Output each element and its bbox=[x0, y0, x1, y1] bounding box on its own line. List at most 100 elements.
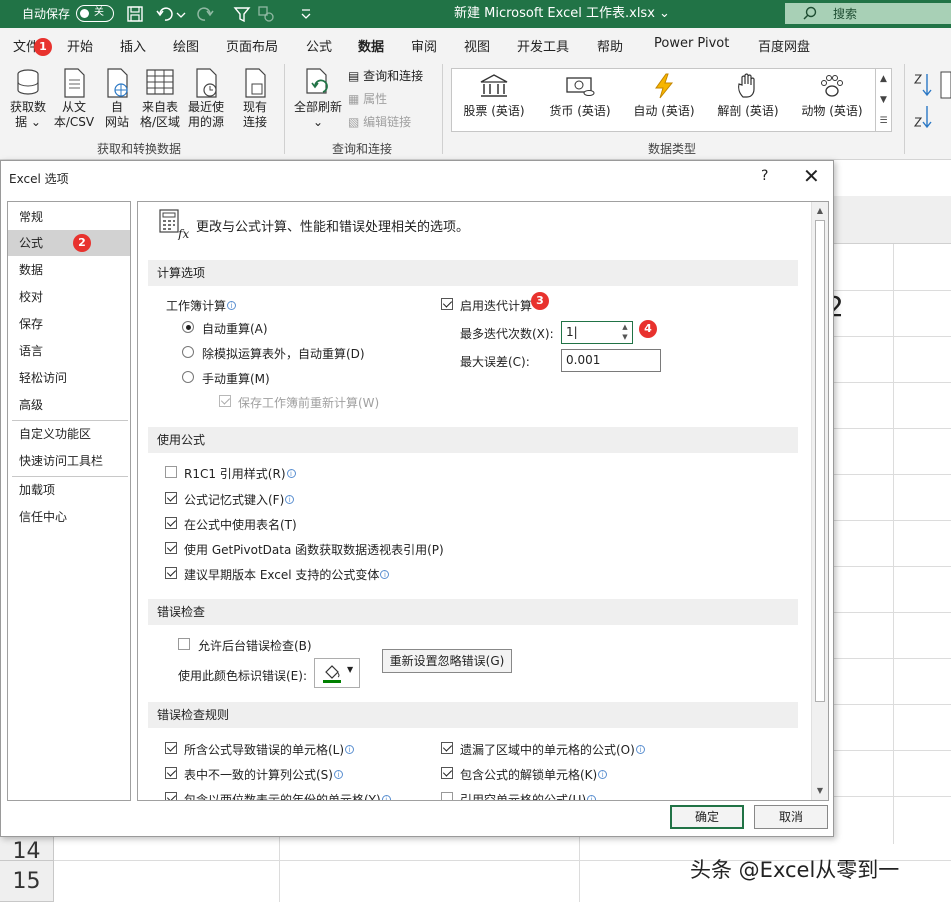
tab-formulas[interactable]: 公式 bbox=[306, 36, 332, 55]
checkbox-rule-empty-cells[interactable] bbox=[441, 792, 453, 800]
spinner-arrows-icon[interactable]: ▲ ▼ bbox=[618, 322, 632, 343]
recent-sources-button[interactable]: 最近使 用的源 bbox=[184, 68, 228, 130]
from-csv-label-1: 从文 bbox=[61, 100, 86, 114]
table-names-label: 在公式中使用表名(T) bbox=[184, 518, 297, 532]
rule-inconsistent-column-label: 表中不一致的计算列公式(S) i bbox=[184, 766, 343, 783]
redo-icon[interactable] bbox=[196, 5, 214, 23]
save-icon[interactable] bbox=[126, 5, 144, 23]
tab-data[interactable]: 数据 bbox=[358, 36, 385, 61]
connection-file-icon bbox=[245, 68, 266, 98]
scroll-thumb[interactable] bbox=[815, 220, 825, 702]
tab-draw[interactable]: 绘图 bbox=[173, 36, 199, 55]
checkbox-recalc-before-save[interactable] bbox=[219, 395, 231, 407]
checkbox-enable-iterative[interactable] bbox=[441, 298, 453, 310]
nav-item-proofing[interactable]: 校对 bbox=[8, 284, 130, 310]
gallery-scroll-down-icon[interactable]: ▼ bbox=[875, 90, 891, 111]
group-label-queries: 查询和连接 bbox=[332, 142, 393, 156]
checkbox-getpivotdata[interactable] bbox=[165, 542, 177, 554]
checkbox-suggest-variants[interactable] bbox=[165, 567, 177, 579]
close-icon[interactable]: ✕ bbox=[803, 164, 820, 188]
checkbox-rule-omit-cells[interactable] bbox=[441, 742, 453, 754]
tab-developer[interactable]: 开发工具 bbox=[517, 36, 569, 55]
nav-item-customize-ribbon[interactable]: 自定义功能区 bbox=[8, 421, 130, 447]
nav-item-advanced[interactable]: 高级 bbox=[8, 392, 130, 418]
from-table-button[interactable]: 来自表 格/区域 bbox=[137, 68, 183, 130]
refresh-all-button[interactable]: 全部刷新 ⌄ bbox=[290, 68, 346, 130]
shapes-icon[interactable] bbox=[257, 5, 275, 23]
scroll-down-icon[interactable]: ▼ bbox=[812, 783, 828, 799]
max-iterations-input[interactable]: 1| ▲ ▼ bbox=[561, 321, 633, 344]
tab-page-layout[interactable]: 页面布局 bbox=[226, 36, 278, 55]
max-change-input[interactable]: 0.001 bbox=[561, 349, 661, 372]
tab-home[interactable]: 开始 bbox=[67, 36, 93, 55]
filter-icon[interactable] bbox=[233, 5, 251, 23]
nav-item-data[interactable]: 数据 bbox=[8, 257, 130, 283]
edit-links-button[interactable]: ▧ 编辑链接 bbox=[348, 113, 411, 131]
gallery-more-icon[interactable]: ☰ bbox=[875, 111, 891, 132]
queries-connections-button[interactable]: ▤ 查询和连接 bbox=[348, 67, 423, 85]
checkbox-rule-inconsistent-column[interactable] bbox=[165, 767, 177, 779]
info-icon: i bbox=[380, 570, 390, 579]
autosave-toggle[interactable]: 关 bbox=[76, 5, 114, 22]
search-box[interactable]: 搜索 bbox=[785, 3, 951, 24]
tab-help[interactable]: 帮助 bbox=[597, 36, 623, 55]
undo-dropdown-icon[interactable] bbox=[176, 5, 186, 23]
rule-inconsistent-column-text: 表中不一致的计算列公式(S) bbox=[184, 768, 333, 782]
from-csv-button[interactable]: 从文 本/CSV bbox=[52, 68, 96, 130]
step-badge-4: 4 bbox=[639, 320, 657, 338]
scroll-up-icon[interactable]: ▲ bbox=[812, 203, 828, 219]
tab-power-pivot[interactable]: Power Pivot bbox=[654, 36, 729, 51]
tab-insert[interactable]: 插入 bbox=[120, 36, 146, 55]
radio-manual[interactable] bbox=[182, 371, 194, 383]
data-type-anatomy[interactable]: 解剖 (英语) bbox=[708, 73, 788, 119]
sort-descending-icon[interactable] bbox=[912, 104, 934, 130]
nav-item-general[interactable]: 常规 bbox=[8, 204, 130, 230]
gridline bbox=[834, 796, 951, 797]
refresh-icon bbox=[306, 68, 328, 94]
data-type-currency[interactable]: 货币 (英语) bbox=[540, 73, 620, 119]
gallery-scroll-up-icon[interactable]: ▲ bbox=[875, 69, 891, 90]
nav-item-add-ins[interactable]: 加载项 bbox=[8, 477, 130, 503]
checkbox-rule-two-digit-years[interactable] bbox=[165, 792, 177, 800]
reset-ignored-errors-button[interactable]: 重新设置忽略错误(G) bbox=[382, 649, 512, 673]
nav-item-quick-access-toolbar[interactable]: 快速访问工具栏 bbox=[8, 448, 130, 474]
currency-icon bbox=[566, 77, 595, 96]
help-icon[interactable]: ? bbox=[761, 168, 768, 184]
tab-baidu-netdisk[interactable]: 百度网盘 bbox=[758, 36, 810, 55]
text-file-icon bbox=[64, 68, 85, 98]
customize-qat-icon[interactable] bbox=[300, 5, 312, 23]
from-web-button[interactable]: 自 网站 bbox=[100, 68, 134, 130]
radio-automatic[interactable] bbox=[182, 321, 194, 333]
get-data-button[interactable]: 获取数 据 ⌄ bbox=[6, 68, 50, 130]
properties-button[interactable]: ▦ 属性 bbox=[348, 90, 387, 108]
info-icon: i bbox=[333, 770, 343, 779]
data-type-automatic[interactable]: 自动 (英语) bbox=[624, 73, 704, 119]
radio-automatic-except-tables[interactable] bbox=[182, 346, 194, 358]
nav-item-formulas[interactable]: 公式 bbox=[8, 230, 130, 256]
custom-sort-icon[interactable] bbox=[940, 70, 951, 100]
checkbox-r1c1[interactable] bbox=[165, 466, 177, 478]
checkbox-table-names[interactable] bbox=[165, 517, 177, 529]
error-color-picker[interactable]: ▼ bbox=[314, 658, 360, 688]
content-scrollbar[interactable]: ▲ ▼ bbox=[811, 202, 828, 800]
data-type-stocks[interactable]: 股票 (英语) bbox=[454, 73, 534, 119]
tab-view[interactable]: 视图 bbox=[464, 36, 490, 55]
data-type-animals[interactable]: 动物 (英语) bbox=[792, 73, 872, 119]
nav-item-accessibility[interactable]: 轻松访问 bbox=[8, 365, 130, 391]
cancel-button[interactable]: 取消 bbox=[754, 805, 828, 829]
nav-item-trust-center[interactable]: 信任中心 bbox=[8, 504, 130, 530]
row-header-15[interactable]: 15 bbox=[0, 861, 54, 902]
nav-item-save[interactable]: 保存 bbox=[8, 311, 130, 337]
checkbox-background-error-checking[interactable] bbox=[178, 638, 190, 650]
checkbox-formula-autocomplete[interactable] bbox=[165, 492, 177, 504]
existing-connections-button[interactable]: 现有 连接 bbox=[236, 68, 274, 130]
formula-autocomplete-text: 公式记忆式键入(F) bbox=[184, 493, 285, 507]
sort-ascending-icon[interactable] bbox=[912, 72, 934, 98]
row-header-14[interactable]: 14 bbox=[0, 837, 54, 861]
checkbox-rule-formula-errors[interactable] bbox=[165, 742, 177, 754]
undo-icon[interactable] bbox=[156, 5, 174, 23]
nav-item-language[interactable]: 语言 bbox=[8, 338, 130, 364]
ok-button[interactable]: 确定 bbox=[670, 805, 744, 829]
tab-review[interactable]: 审阅 bbox=[411, 36, 437, 55]
checkbox-rule-unlocked-cells[interactable] bbox=[441, 767, 453, 779]
